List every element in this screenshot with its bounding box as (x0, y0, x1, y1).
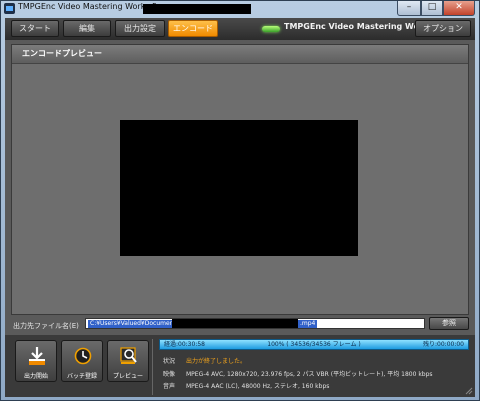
browse-button[interactable]: 参照 (429, 317, 469, 330)
maximize-button[interactable]: □ (421, 1, 443, 16)
remaining-time: 残り:00:00:00 (423, 341, 464, 348)
title-redaction (143, 4, 251, 14)
resize-grip-icon[interactable] (465, 387, 473, 395)
status-led-icon (262, 26, 280, 32)
start-output-button[interactable]: 出力開始 (15, 340, 57, 382)
top-toolbar: スタート 編集 出力設定 エンコード TMPGEnc Video Masteri… (5, 18, 475, 40)
output-file-input[interactable]: C:¥Users¥Valued¥Documents¥ .mp4 (85, 318, 425, 329)
preview-button[interactable]: プレビュー (107, 340, 149, 382)
preview-magnifier-icon (120, 347, 137, 364)
close-button[interactable]: ✕ (443, 1, 475, 16)
encode-preview-panel: エンコードプレビュー (11, 44, 469, 315)
file-path-redaction (172, 319, 298, 328)
file-path-start: C:¥Users¥Valued¥Documents¥ (88, 320, 185, 328)
preview-label: プレビュー (112, 373, 143, 380)
options-button[interactable]: オプション (415, 20, 471, 37)
divider (152, 339, 153, 395)
status-value: 出力が終了しました。 (186, 358, 247, 365)
preview-screen (120, 120, 358, 256)
status-label: 状況 (163, 358, 176, 365)
client-area: スタート 編集 出力設定 エンコード TMPGEnc Video Masteri… (5, 18, 475, 397)
output-file-label: 出力先ファイル名(E) (13, 322, 79, 330)
panel-header: エンコードプレビュー (12, 45, 468, 64)
audio-label: 音声 (163, 383, 176, 390)
clock-icon (74, 347, 92, 365)
audio-value: MPEG-4 AAC (LC), 48000 Hz, ステレオ, 160 kbp… (186, 383, 330, 390)
batch-register-label: バッチ登録 (66, 373, 97, 380)
encode-progress-bar: 経過:00:30:58 100% ( 34536/34536 フレーム ) 残り… (159, 339, 469, 350)
video-value: MPEG-4 AVC, 1280x720, 23.976 fps, 2 パス V… (186, 371, 433, 378)
panel-title: エンコードプレビュー (22, 49, 102, 58)
output-start-icon (29, 347, 45, 365)
file-path-extension: .mp4 (298, 320, 318, 328)
tab-edit[interactable]: 編集 (63, 20, 111, 37)
title-bar[interactable]: TMPGEnc Video Mastering Works 5 - – □ ✕ (1, 1, 479, 17)
app-icon (4, 3, 15, 14)
progress-percent: 100% ( 34536/34536 フレーム ) (267, 341, 361, 348)
video-label: 映像 (163, 371, 176, 378)
start-output-label: 出力開始 (23, 373, 48, 380)
tab-encode[interactable]: エンコード (168, 20, 218, 37)
tab-start[interactable]: スタート (11, 20, 59, 37)
batch-register-button[interactable]: バッチ登録 (61, 340, 103, 382)
encode-control-area: 出力開始 バッチ登録 プレビュー 経過:00:30:58 100% (3453… (5, 335, 475, 397)
minimize-button[interactable]: – (397, 1, 421, 16)
window-title: TMPGEnc Video Mastering Works 5 - (18, 2, 163, 11)
app-window: TMPGEnc Video Mastering Works 5 - – □ ✕ … (0, 0, 480, 401)
tab-output-settings[interactable]: 出力設定 (115, 20, 165, 37)
